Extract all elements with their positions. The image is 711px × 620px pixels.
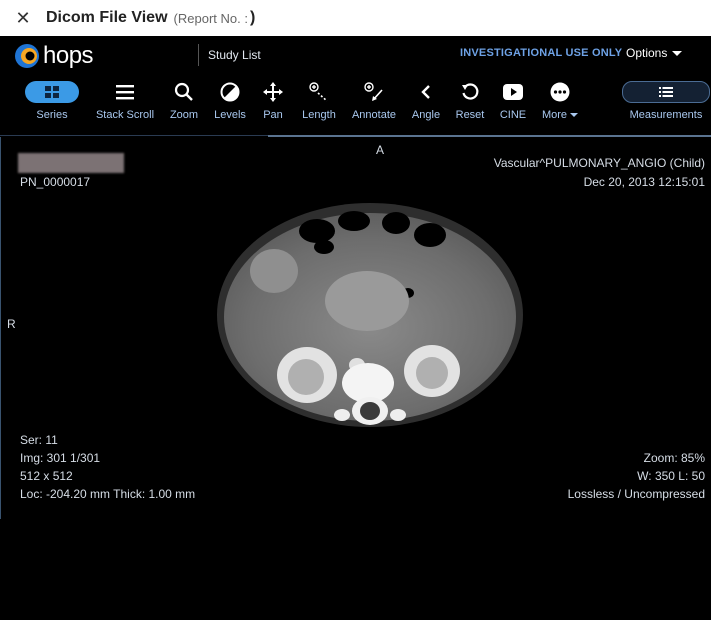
- list-icon: [622, 81, 710, 103]
- slice-location: Loc: -204.20 mm Thick: 1.00 mm: [20, 487, 196, 501]
- levels-label: Levels: [214, 109, 246, 121]
- search-icon: [174, 82, 193, 101]
- more-label: More: [541, 109, 567, 121]
- levels-button[interactable]: Levels: [212, 80, 248, 121]
- toolbar: Series Stack Scroll Zoom Levels Pan Leng…: [0, 74, 711, 136]
- zoom-button[interactable]: Zoom: [166, 80, 202, 121]
- matrix-size: 512 x 512: [20, 469, 73, 483]
- zoom-label: Zoom: [169, 109, 199, 121]
- viewport-left-border: [0, 137, 1, 519]
- more-icon: [550, 82, 570, 102]
- toolbar-divider: [0, 135, 268, 136]
- more-button[interactable]: More: [538, 80, 582, 121]
- move-icon: [263, 82, 283, 102]
- series-button[interactable]: Series: [24, 80, 80, 121]
- measurements-button[interactable]: Measurements: [622, 80, 710, 121]
- orientation-marker-left: R: [7, 317, 16, 331]
- options-menu[interactable]: Options: [626, 46, 683, 60]
- angle-icon: [421, 85, 430, 99]
- cine-button[interactable]: CINE: [496, 80, 530, 121]
- reset-button[interactable]: Reset: [454, 80, 486, 121]
- window-level: W: 350 L: 50: [637, 469, 705, 483]
- window-title: Dicom File View: [46, 9, 168, 26]
- redacted-patient-name: [18, 153, 124, 173]
- contrast-icon: [220, 82, 240, 102]
- app-header: hops Study List INVESTIGATIONAL USE ONLY…: [0, 36, 711, 74]
- angle-label: Angle: [411, 109, 441, 121]
- patient-id: PN_0000017: [20, 175, 91, 189]
- zoom-level: Zoom: 85%: [643, 451, 705, 465]
- grid-icon: [25, 81, 79, 103]
- ct-scan-image: [217, 203, 523, 427]
- window-titlebar: ✕ Dicom File View (Report No. : ): [0, 0, 711, 36]
- hamburger-icon: [116, 85, 134, 100]
- annotate-button[interactable]: Annotate: [350, 80, 398, 121]
- caret-down-icon: [570, 113, 579, 118]
- study-description: Vascular^PULMONARY_ANGIO (Child): [493, 156, 705, 170]
- report-number-close: ): [249, 9, 256, 26]
- logo-icon: [15, 44, 39, 68]
- more-label-wrap: More: [538, 109, 582, 121]
- pan-button[interactable]: Pan: [258, 80, 288, 121]
- pan-label: Pan: [263, 109, 283, 121]
- report-number-label: (Report No. :: [173, 10, 248, 26]
- options-label: Options: [626, 46, 668, 60]
- angle-button[interactable]: Angle: [410, 80, 442, 121]
- measurements-label: Measurements: [629, 109, 703, 121]
- chevron-down-icon: [672, 51, 683, 57]
- logo[interactable]: hops: [14, 42, 94, 70]
- compression-status: Lossless / Uncompressed: [567, 487, 705, 501]
- length-button[interactable]: Length: [298, 80, 340, 121]
- study-list-link[interactable]: Study List: [208, 48, 261, 62]
- cine-label: CINE: [499, 109, 527, 121]
- image-number: Img: 301 1/301: [20, 451, 101, 465]
- header-divider: [198, 44, 199, 66]
- close-icon[interactable]: ✕: [14, 8, 32, 29]
- annotate-icon: [364, 82, 383, 101]
- reset-label: Reset: [455, 109, 485, 121]
- series-label: Series: [36, 109, 68, 121]
- length-label: Length: [302, 109, 336, 121]
- stack-scroll-button[interactable]: Stack Scroll: [94, 80, 156, 121]
- dicom-viewport[interactable]: A R PN_0000017 Vascular^PULMONARY_ANGIO …: [0, 137, 711, 620]
- play-icon: [503, 84, 523, 100]
- orientation-marker-top: A: [376, 143, 385, 157]
- investigational-notice: INVESTIGATIONAL USE ONLY: [460, 47, 623, 59]
- ruler-icon: [309, 82, 328, 102]
- logo-text: hops: [43, 42, 94, 69]
- study-date: Dec 20, 2013 12:15:01: [583, 175, 705, 189]
- stack-scroll-label: Stack Scroll: [95, 109, 155, 121]
- annotate-label: Annotate: [351, 109, 397, 121]
- reset-icon: [462, 83, 479, 100]
- series-number: Ser: 11: [20, 433, 58, 447]
